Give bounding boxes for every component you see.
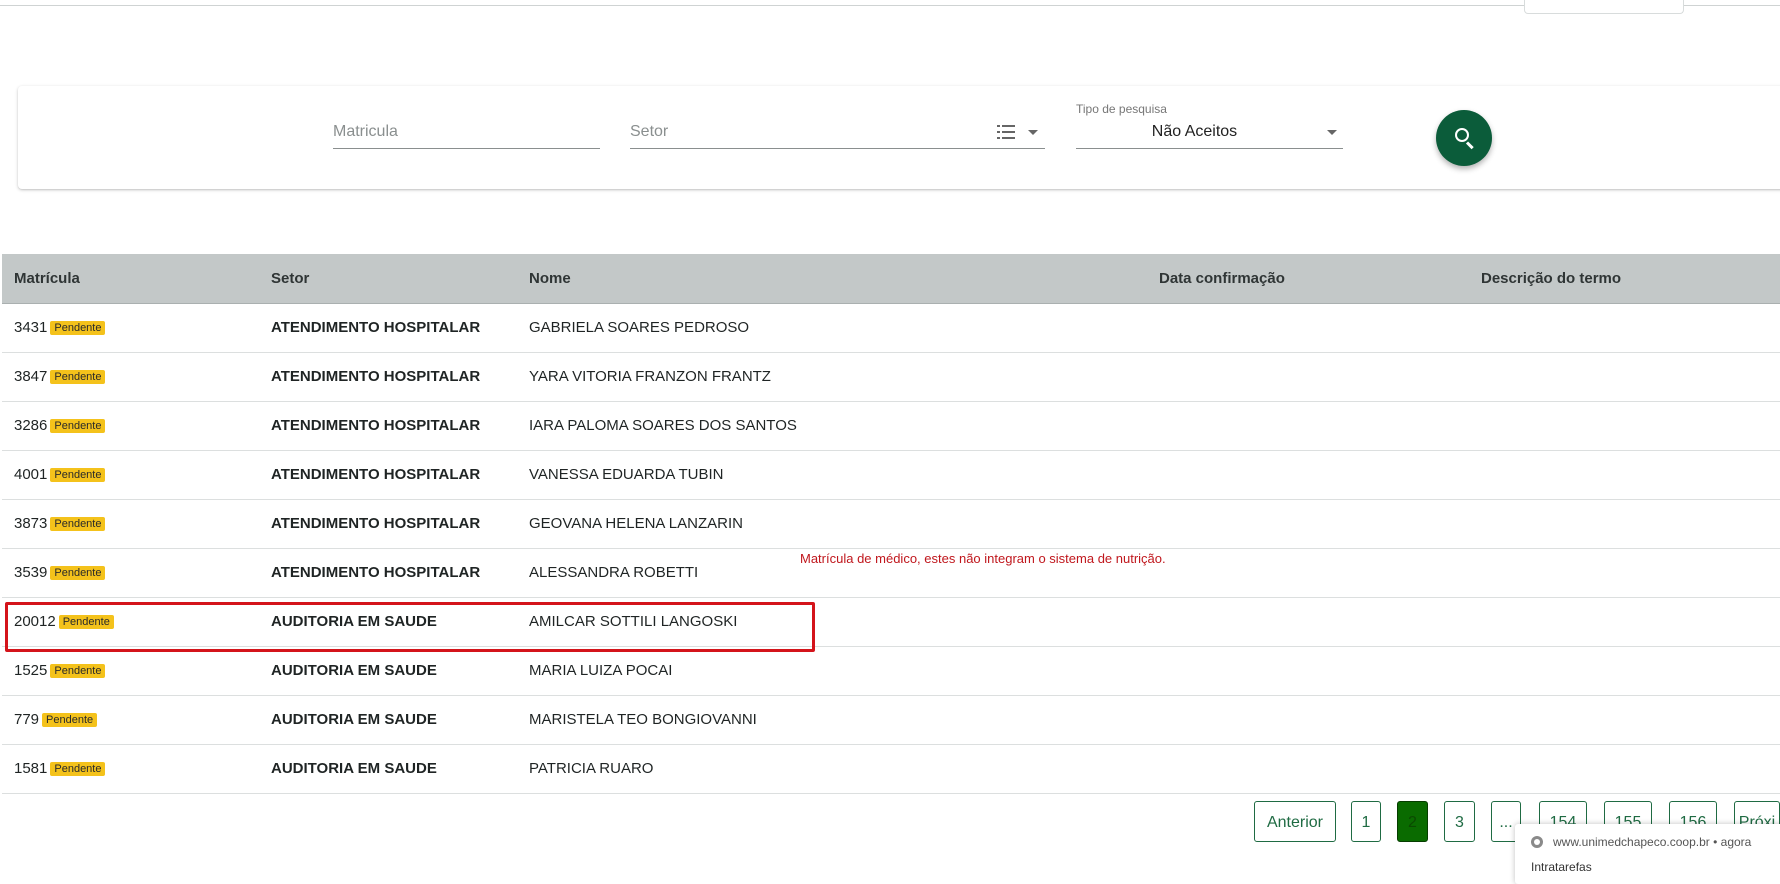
nome-cell: ALESSANDRA ROBETTI — [529, 564, 699, 581]
table-row[interactable]: 3847 Pendente ATENDIMENTO HOSPITALAR YARA V… — [2, 353, 1780, 402]
employees-table: Matrícula Setor Nome Data confirmação De… — [2, 254, 1780, 794]
nome-cell: IARA PALOMA SOARES DOS SANTOS — [529, 417, 797, 434]
status-badge: Pendente — [50, 419, 106, 433]
matricula-placeholder: Matricula — [333, 123, 398, 140]
notification-title: Intratarefas — [1531, 860, 1592, 874]
setor-cell: ATENDIMENTO HOSPITALAR — [271, 564, 481, 581]
matricula-cell: 1525 Pendente — [14, 662, 106, 679]
table-row[interactable]: 3431 Pendente ATENDIMENTO HOSPITALAR GABRIE… — [2, 304, 1780, 353]
tipo-underline — [1076, 148, 1343, 149]
matricula-cell: 3431 Pendente — [14, 319, 106, 336]
nome-cell: PATRICIA RUARO — [529, 760, 654, 777]
matricula-value: 779 — [14, 711, 40, 728]
header-descricao-termo[interactable]: Descrição do termo — [1481, 270, 1621, 287]
tipo-pesquisa-value: Não Aceitos — [1151, 123, 1238, 140]
prev-page-button[interactable]: Anterior — [1254, 801, 1336, 842]
status-badge: Pendente — [50, 468, 106, 482]
setor-placeholder: Setor — [630, 123, 669, 140]
status-badge: Pendente — [50, 566, 106, 580]
matricula-value: 3286 — [14, 417, 48, 434]
setor-field[interactable]: Setor — [630, 86, 1045, 189]
nome-cell: MARISTELA TEO BONGIOVANNI — [529, 711, 757, 728]
setor-cell: AUDITORIA EM SAUDE — [271, 662, 437, 679]
tipo-pesquisa-label: Tipo de pesquisa — [1076, 102, 1167, 116]
setor-cell: ATENDIMENTO HOSPITALAR — [271, 466, 481, 483]
nome-cell: MARIA LUIZA POCAI — [529, 662, 673, 679]
table-row[interactable]: 3286 Pendente ATENDIMENTO HOSPITALAR IARA P… — [2, 402, 1780, 451]
table-row[interactable]: 1525 Pendente AUDITORIA EM SAUDE MARIA LUIZ… — [2, 647, 1780, 696]
table-row[interactable]: 4001 Pendente ATENDIMENTO HOSPITALAR VANESS… — [2, 451, 1780, 500]
matricula-value: 3873 — [14, 515, 48, 532]
chrome-notification[interactable]: www.unimedchapeco.coop.br • agora Intrat… — [1515, 824, 1780, 884]
chevron-down-icon[interactable] — [1028, 130, 1038, 135]
matricula-cell: 3539 Pendente — [14, 564, 106, 581]
matricula-cell: 4001 Pendente — [14, 466, 106, 483]
tipo-pesquisa-select[interactable]: Tipo de pesquisa Não Aceitos — [1076, 86, 1343, 189]
matricula-value: 1525 — [14, 662, 48, 679]
setor-cell: AUDITORIA EM SAUDE — [271, 760, 437, 777]
highlight-box — [5, 602, 815, 652]
matricula-cell: 3286 Pendente — [14, 417, 106, 434]
status-badge: Pendente — [50, 664, 106, 678]
header-nome[interactable]: Nome — [529, 270, 571, 287]
search-button[interactable] — [1436, 110, 1492, 166]
table-header: Matrícula Setor Nome Data confirmação De… — [2, 254, 1780, 304]
chevron-down-icon[interactable] — [1327, 130, 1337, 135]
table-row[interactable]: 3873 Pendente ATENDIMENTO HOSPITALAR GEOVAN… — [2, 500, 1780, 549]
status-badge: Pendente — [42, 713, 98, 727]
matricula-cell: 3873 Pendente — [14, 515, 106, 532]
table-row[interactable]: 779 Pendente AUDITORIA EM SAUDE MARISTELA T… — [2, 696, 1780, 745]
matricula-cell: 1581 Pendente — [14, 760, 106, 777]
matricula-value: 3539 — [14, 564, 48, 581]
setor-cell: ATENDIMENTO HOSPITALAR — [271, 417, 481, 434]
setor-cell: ATENDIMENTO HOSPITALAR — [271, 319, 481, 336]
nome-cell: YARA VITORIA FRANZON FRANTZ — [529, 368, 771, 385]
setor-cell: ATENDIMENTO HOSPITALAR — [271, 515, 481, 532]
top-tab — [1524, 0, 1684, 14]
nome-cell: GEOVANA HELENA LANZARIN — [529, 515, 743, 532]
page-1-button[interactable]: 1 — [1351, 801, 1381, 842]
list-icon[interactable] — [997, 124, 1015, 140]
matricula-value: 3431 — [14, 319, 48, 336]
nome-cell: VANESSA EDUARDA TUBIN — [529, 466, 724, 483]
notification-source: www.unimedchapeco.coop.br • agora — [1553, 835, 1752, 849]
matricula-value: 1581 — [14, 760, 48, 777]
status-badge: Pendente — [50, 370, 106, 384]
header-data-confirmacao[interactable]: Data confirmação — [1159, 270, 1285, 287]
setor-cell: ATENDIMENTO HOSPITALAR — [271, 368, 481, 385]
header-matricula[interactable]: Matrícula — [14, 270, 80, 287]
page-2-button[interactable]: 2 — [1397, 801, 1428, 842]
setor-cell: AUDITORIA EM SAUDE — [271, 711, 437, 728]
setor-underline — [630, 148, 1045, 149]
page-3-button[interactable]: 3 — [1444, 801, 1475, 842]
status-badge: Pendente — [50, 321, 106, 335]
matricula-value: 4001 — [14, 466, 48, 483]
table-row[interactable]: 1581 Pendente AUDITORIA EM SAUDE PATRICIA R… — [2, 745, 1780, 794]
header-setor[interactable]: Setor — [271, 270, 309, 287]
matricula-field[interactable]: Matricula — [333, 86, 600, 189]
matricula-cell: 3847 Pendente — [14, 368, 106, 385]
top-divider — [0, 5, 1780, 6]
chrome-icon — [1531, 836, 1543, 848]
matricula-value: 3847 — [14, 368, 48, 385]
status-badge: Pendente — [50, 517, 106, 531]
annotation-note: Matrícula de médico, estes não integram … — [800, 551, 1166, 566]
matricula-underline — [333, 148, 600, 149]
filter-card: Matricula Setor Tipo de pesquisa Não Ace… — [18, 86, 1780, 189]
table-body: 3431 Pendente ATENDIMENTO HOSPITALAR GABRIE… — [2, 304, 1780, 794]
matricula-cell: 779 Pendente — [14, 711, 98, 728]
status-badge: Pendente — [50, 762, 106, 776]
nome-cell: GABRIELA SOARES PEDROSO — [529, 319, 750, 336]
